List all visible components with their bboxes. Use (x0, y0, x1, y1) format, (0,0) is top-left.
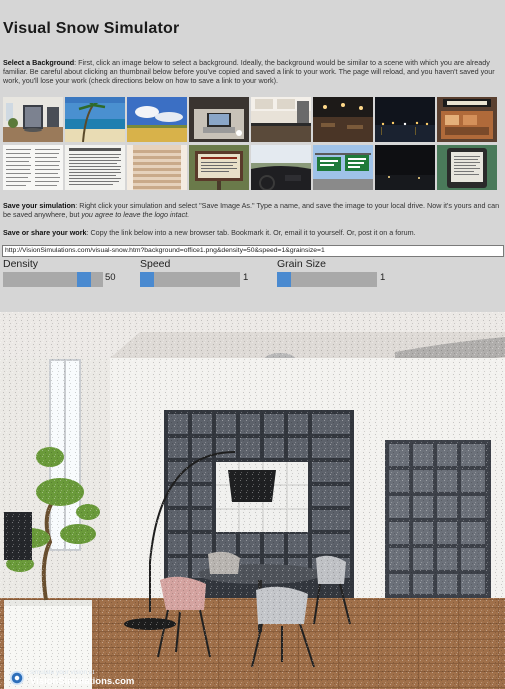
thumbnail-office-1[interactable] (3, 97, 63, 142)
watermark-brand: VisionSimulations.com (30, 676, 135, 687)
thumbnail-highway-signs[interactable] (313, 145, 373, 190)
thumbnail-restaurant-night[interactable] (313, 97, 373, 142)
thumbnail-desk-laptop[interactable] (189, 97, 249, 142)
select-background-instructions: Select a Background: First, click an ima… (3, 58, 503, 86)
sign-icon (437, 97, 497, 142)
simulation-image[interactable]: simulate your vision at VisionSimulation… (0, 312, 505, 689)
office-scene-image (0, 312, 505, 689)
thumbnail-night-harbor[interactable] (375, 97, 435, 142)
share-work-label: Save or share your work (3, 228, 87, 237)
save-simulation-text: : Right click your simulation and select… (3, 201, 500, 220)
grain-size-slider[interactable] (277, 272, 377, 287)
density-slider-handle[interactable] (77, 272, 91, 287)
restaurant-icon (313, 97, 373, 142)
density-slider[interactable] (3, 272, 103, 287)
beach-icon (65, 97, 125, 142)
density-value: 50 (105, 272, 116, 283)
grain-size-label: Grain Size (277, 258, 327, 270)
thumbnail-kitchen[interactable] (251, 97, 311, 142)
thumbnail-text-document-2[interactable] (65, 145, 125, 190)
office-icon (3, 97, 63, 142)
share-link-field[interactable]: http://VisionSimulations.com/visual-snow… (2, 245, 504, 257)
document-icon (3, 145, 63, 190)
thumbnail-stairs[interactable] (127, 145, 187, 190)
select-background-label: Select a Background (3, 58, 75, 67)
car-icon (251, 145, 311, 190)
save-simulation-instructions: Save your simulation: Right click your s… (3, 201, 503, 219)
thumbnail-text-document-1[interactable] (3, 145, 63, 190)
ereader-icon (437, 145, 497, 190)
document-icon (65, 145, 125, 190)
speed-label: Speed (140, 258, 171, 270)
watermark-tagline: simulate your vision at (30, 669, 95, 676)
thumbnail-night-sky[interactable] (375, 145, 435, 190)
thumbnail-beach[interactable] (65, 97, 125, 142)
desk-icon (189, 97, 249, 142)
thumbnail-row-1 (3, 97, 503, 143)
highway-icon (313, 145, 373, 190)
grain-size-slider-handle[interactable] (277, 272, 291, 287)
dark-icon (375, 145, 435, 190)
speed-slider[interactable] (140, 272, 240, 287)
save-simulation-emphasis: you agree to leave the logo intact. (81, 210, 190, 220)
thumbnail-bakery-sign[interactable] (437, 97, 497, 142)
density-label: Density (3, 258, 39, 270)
page-title: Visual Snow Simulator (3, 20, 180, 37)
night-icon (375, 97, 435, 142)
page: Visual Snow Simulator Select a Backgroun… (0, 0, 505, 689)
thumbnail-notice-board[interactable] (189, 145, 249, 190)
thumbnail-row-2 (3, 145, 503, 191)
save-simulation-label: Save your simulation (3, 201, 76, 210)
thumbnail-car-dashboard[interactable] (251, 145, 311, 190)
kitchen-icon (251, 97, 311, 142)
field-icon (127, 97, 187, 142)
select-background-text: : First, click an image below to select … (3, 58, 495, 86)
speed-slider-handle[interactable] (140, 272, 154, 287)
speed-value: 1 (243, 272, 249, 283)
board-icon (189, 145, 249, 190)
grain-size-value: 1 (380, 272, 386, 283)
stairs-icon (127, 145, 187, 190)
thumbnail-field-sky[interactable] (127, 97, 187, 142)
thumbnail-e-reader[interactable] (437, 145, 497, 190)
eye-logo-icon (10, 671, 24, 685)
share-work-instructions: Save or share your work: Copy the link b… (3, 228, 503, 237)
share-work-text: : Copy the link below into a new browser… (86, 228, 416, 237)
